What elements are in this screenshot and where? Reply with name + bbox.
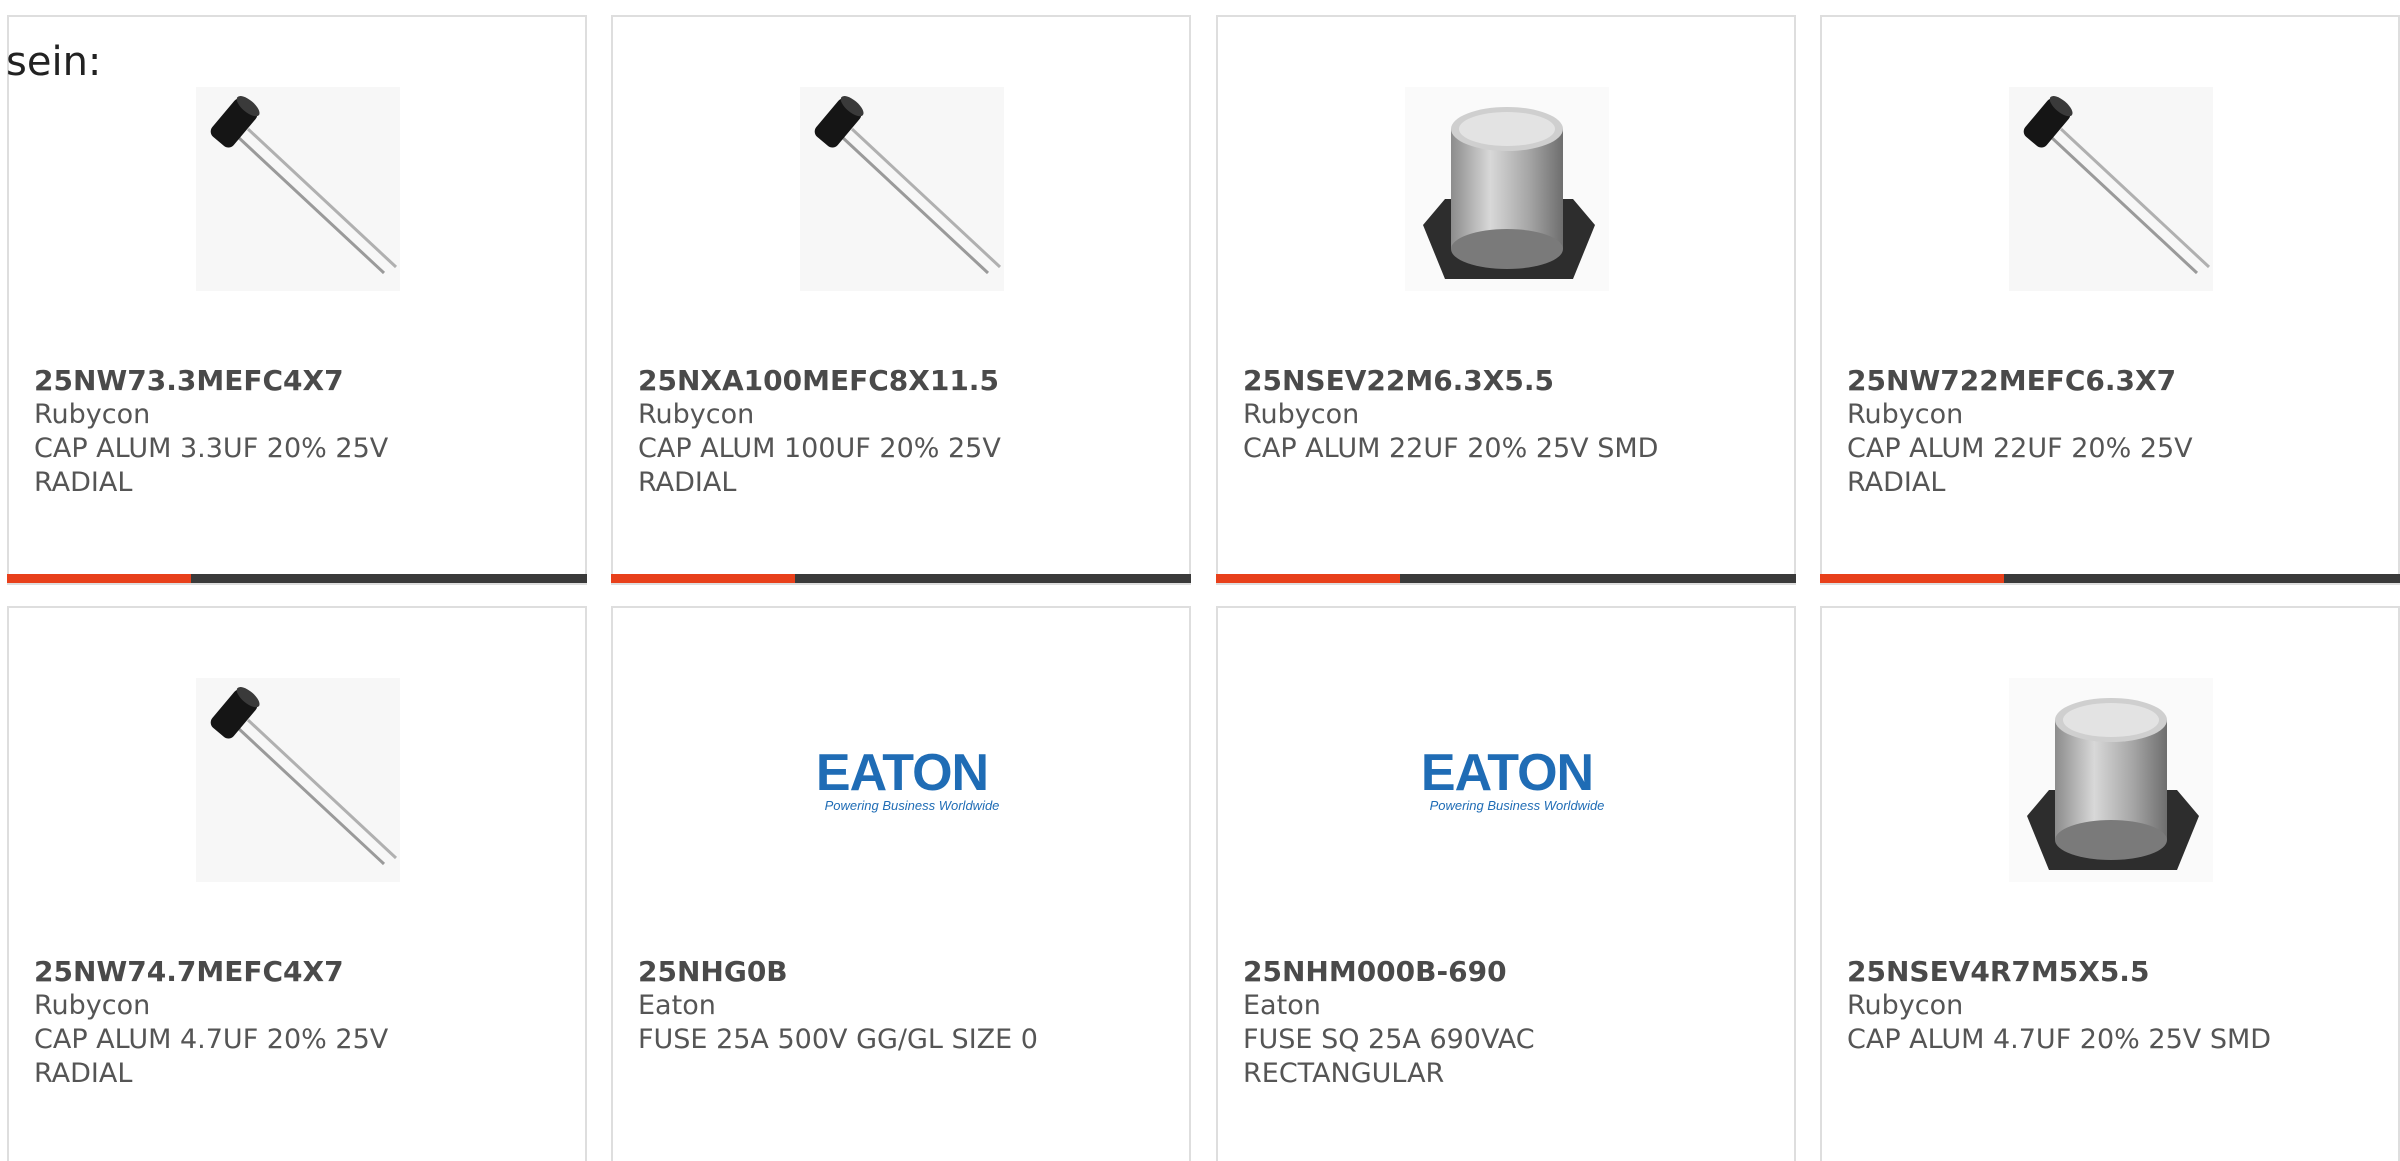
part-number[interactable]: 25NW74.7MEFC4X7 bbox=[34, 955, 565, 989]
intro-text: sein: bbox=[6, 39, 102, 85]
manufacturer: Eaton bbox=[1243, 990, 1321, 1021]
eaton-logo-wordmark: EATON bbox=[1421, 744, 1593, 802]
eaton-logo-tagline: Powering Business Worldwide bbox=[825, 798, 1000, 813]
product-card[interactable]: 25NSEV4R7M5X5.5 Rubycon CAP ALUM 4.7UF 2… bbox=[1820, 606, 2400, 1161]
card-footer-bar bbox=[611, 574, 1191, 583]
description-continued: RECTANGULAR bbox=[1243, 1058, 1445, 1089]
manufacturer: Rubycon bbox=[34, 990, 151, 1021]
description: CAP ALUM 100UF 20% 25V bbox=[638, 433, 1001, 464]
part-number[interactable]: 25NHM000B-690 bbox=[1243, 955, 1774, 989]
smd-capacitor-icon[interactable] bbox=[2009, 678, 2213, 882]
product-grid-page: sein: 25NW73.3MEFC4X7 Rubycon CAP ALUM 3… bbox=[0, 0, 2400, 1161]
product-info: 25NHM000B-690 Eaton FUSE SQ 25A 690VAC R… bbox=[1243, 955, 1774, 1091]
product-card[interactable]: 25NXA100MEFC8X11.5 Rubycon CAP ALUM 100U… bbox=[611, 15, 1191, 585]
product-card[interactable]: EATON Powering Business Worldwide 25NHG0… bbox=[611, 606, 1191, 1161]
card-accent bbox=[611, 574, 795, 583]
card-accent bbox=[7, 574, 191, 583]
description-continued: RADIAL bbox=[34, 467, 133, 498]
product-card[interactable]: 25NSEV22M6.3X5.5 Rubycon CAP ALUM 22UF 2… bbox=[1216, 15, 1796, 585]
description-continued: RADIAL bbox=[1847, 467, 1946, 498]
product-card[interactable]: 25NW73.3MEFC4X7 Rubycon CAP ALUM 3.3UF 2… bbox=[7, 15, 587, 585]
description: FUSE SQ 25A 690VAC bbox=[1243, 1024, 1535, 1055]
manufacturer: Rubycon bbox=[638, 399, 755, 430]
radial-capacitor-icon[interactable] bbox=[2009, 87, 2213, 291]
description: CAP ALUM 4.7UF 20% 25V bbox=[34, 1024, 389, 1055]
smd-capacitor-icon[interactable] bbox=[1405, 87, 1609, 291]
manufacturer: Eaton bbox=[638, 990, 716, 1021]
eaton-logo-wordmark: EATON bbox=[816, 744, 988, 802]
description: CAP ALUM 22UF 20% 25V SMD bbox=[1243, 433, 1659, 464]
product-card[interactable]: 25NW722MEFC6.3X7 Rubycon CAP ALUM 22UF 2… bbox=[1820, 15, 2400, 585]
part-number[interactable]: 25NW73.3MEFC4X7 bbox=[34, 364, 565, 398]
radial-capacitor-icon[interactable] bbox=[196, 678, 400, 882]
card-footer-bar bbox=[1216, 574, 1796, 583]
part-number[interactable]: 25NHG0B bbox=[638, 955, 1169, 989]
product-info: 25NXA100MEFC8X11.5 Rubycon CAP ALUM 100U… bbox=[638, 364, 1169, 500]
card-accent bbox=[1216, 574, 1400, 583]
card-footer-bar bbox=[1820, 574, 2400, 583]
part-number[interactable]: 25NW722MEFC6.3X7 bbox=[1847, 364, 2378, 398]
manufacturer: Rubycon bbox=[34, 399, 151, 430]
description: FUSE 25A 500V GG/GL SIZE 0 bbox=[638, 1024, 1038, 1055]
description-continued: RADIAL bbox=[638, 467, 737, 498]
eaton-logo[interactable]: EATON Powering Business Worldwide bbox=[1405, 678, 1609, 882]
product-info: 25NW74.7MEFC4X7 Rubycon CAP ALUM 4.7UF 2… bbox=[34, 955, 565, 1091]
product-info: 25NW73.3MEFC4X7 Rubycon CAP ALUM 3.3UF 2… bbox=[34, 364, 565, 500]
product-info: 25NHG0B Eaton FUSE 25A 500V GG/GL SIZE 0 bbox=[638, 955, 1169, 1057]
card-footer-bar bbox=[7, 574, 587, 583]
part-number[interactable]: 25NXA100MEFC8X11.5 bbox=[638, 364, 1169, 398]
part-number[interactable]: 25NSEV22M6.3X5.5 bbox=[1243, 364, 1774, 398]
description-continued: RADIAL bbox=[34, 1058, 133, 1089]
product-card[interactable]: EATON Powering Business Worldwide 25NHM0… bbox=[1216, 606, 1796, 1161]
product-card[interactable]: 25NW74.7MEFC4X7 Rubycon CAP ALUM 4.7UF 2… bbox=[7, 606, 587, 1161]
description: CAP ALUM 3.3UF 20% 25V bbox=[34, 433, 389, 464]
product-info: 25NW722MEFC6.3X7 Rubycon CAP ALUM 22UF 2… bbox=[1847, 364, 2378, 500]
product-info: 25NSEV22M6.3X5.5 Rubycon CAP ALUM 22UF 2… bbox=[1243, 364, 1774, 466]
part-number[interactable]: 25NSEV4R7M5X5.5 bbox=[1847, 955, 2378, 989]
manufacturer: Rubycon bbox=[1243, 399, 1360, 430]
eaton-logo-tagline: Powering Business Worldwide bbox=[1430, 798, 1605, 813]
eaton-logo[interactable]: EATON Powering Business Worldwide bbox=[800, 678, 1004, 882]
card-accent bbox=[1820, 574, 2004, 583]
description: CAP ALUM 4.7UF 20% 25V SMD bbox=[1847, 1024, 2272, 1055]
radial-capacitor-icon[interactable] bbox=[800, 87, 1004, 291]
manufacturer: Rubycon bbox=[1847, 990, 1964, 1021]
product-info: 25NSEV4R7M5X5.5 Rubycon CAP ALUM 4.7UF 2… bbox=[1847, 955, 2378, 1057]
radial-capacitor-icon[interactable] bbox=[196, 87, 400, 291]
manufacturer: Rubycon bbox=[1847, 399, 1964, 430]
description: CAP ALUM 22UF 20% 25V bbox=[1847, 433, 2193, 464]
